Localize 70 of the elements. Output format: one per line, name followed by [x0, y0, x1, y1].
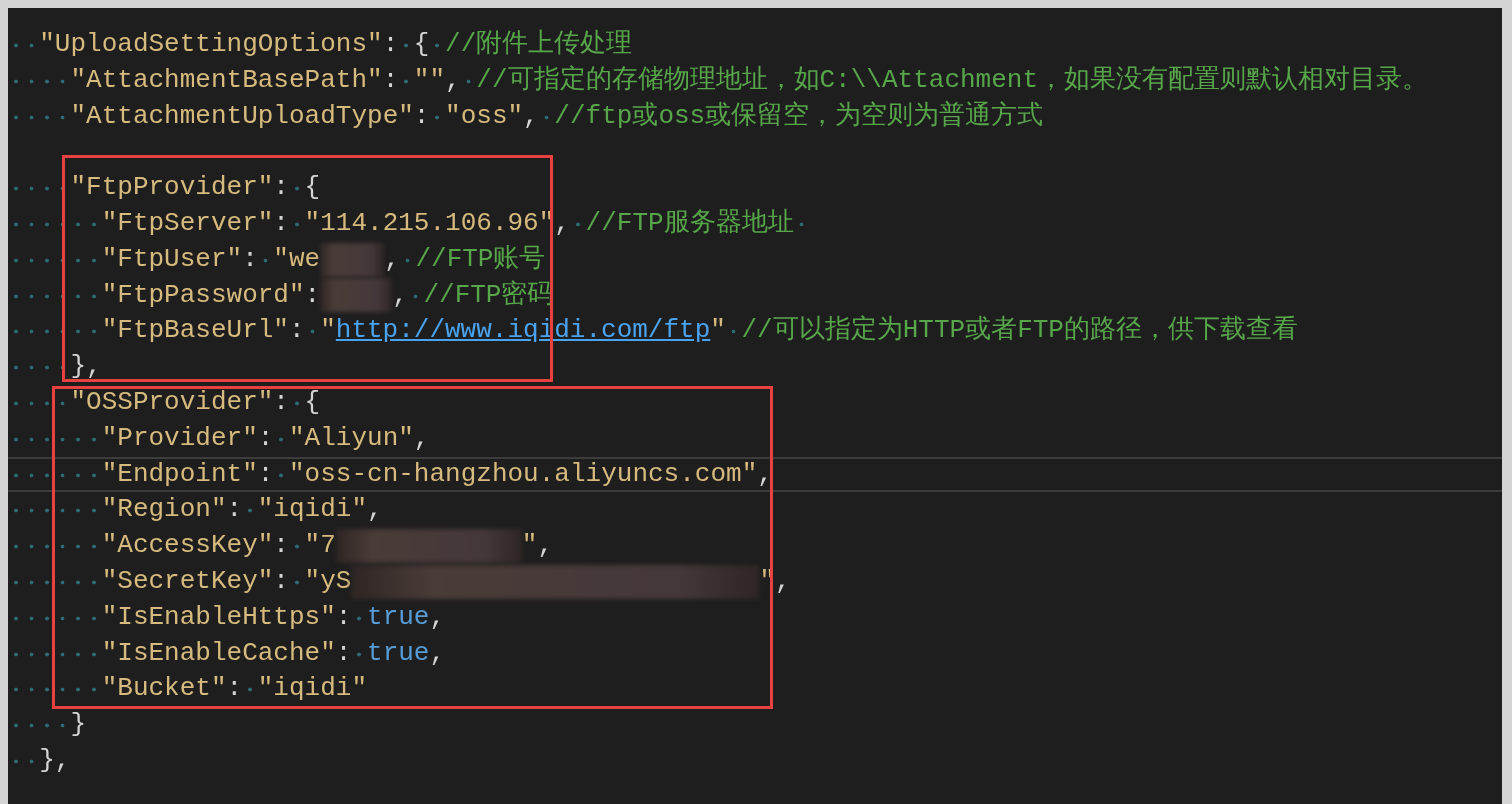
- string-value: "7: [304, 529, 336, 563]
- json-key: "FtpUser": [8, 241, 243, 278]
- string-value: "iqidi": [257, 672, 367, 706]
- json-key: "IsEnableHttps": [8, 599, 336, 636]
- code-comment: //可以指定为HTTP或者FTP的路径，供下载查看: [725, 313, 1298, 350]
- string-value: ": [710, 314, 726, 348]
- json-key: "Endpoint": [8, 456, 258, 493]
- code-comment: //FTP账号: [415, 242, 546, 276]
- redaction-blur: [320, 242, 385, 277]
- string-value: "oss": [445, 99, 524, 133]
- json-key: "UploadSettingOptions": [8, 27, 383, 63]
- punctuation: ,: [537, 529, 553, 563]
- json-key: "FtpBaseUrl": [8, 313, 289, 350]
- punctuation: :: [273, 563, 305, 600]
- punctuation: }: [8, 707, 87, 743]
- punctuation: :: [273, 206, 305, 242]
- punctuation: :: [335, 635, 367, 672]
- punctuation: :: [226, 492, 258, 529]
- boolean-value: true: [367, 636, 430, 670]
- string-value: ": [521, 529, 538, 563]
- string-value: "iqidi": [257, 493, 367, 527]
- punctuation: : {: [273, 385, 321, 419]
- string-value: "": [413, 63, 446, 97]
- string-value: "oss-cn-hangzhou.aliyuncs.com": [288, 457, 758, 491]
- string-value: "Aliyun": [288, 421, 414, 455]
- punctuation: : {: [382, 27, 446, 63]
- json-key: "AttachmentUploadType": [8, 98, 414, 135]
- json-key: "IsEnableCache": [8, 635, 336, 672]
- code-comment: //ftp或oss或保留空，为空则为普通方式: [554, 99, 1044, 133]
- punctuation: ,: [384, 241, 416, 278]
- punctuation: ,: [429, 600, 446, 634]
- punctuation: ,: [445, 62, 477, 99]
- code-comment: //可指定的存储物理地址，如C:\\Attachment，如果没有配置则默认相对目录。: [476, 63, 1429, 97]
- punctuation: ,: [392, 277, 424, 314]
- punctuation: ,: [367, 493, 383, 527]
- string-value: "yS: [304, 564, 352, 598]
- json-key: "Region": [8, 492, 227, 529]
- punctuation: :: [304, 278, 321, 312]
- punctuation: :: [257, 420, 289, 457]
- code-comment: //附件上传处理: [445, 28, 633, 61]
- punctuation: :: [382, 62, 414, 99]
- punctuation: :: [242, 241, 274, 278]
- punctuation: },: [8, 349, 102, 385]
- string-value: "we: [273, 242, 321, 276]
- json-key: "AccessKey": [8, 528, 274, 564]
- boolean-value: true: [367, 600, 430, 634]
- punctuation: ,: [523, 98, 555, 135]
- punctuation: ,: [554, 206, 586, 242]
- punctuation: :: [226, 671, 258, 708]
- json-key: "AttachmentBasePath": [8, 62, 383, 99]
- punctuation: ,: [757, 457, 773, 491]
- punctuation: : {: [273, 171, 321, 205]
- json-key: "OSSProvider": [8, 384, 274, 421]
- punctuation: ,: [429, 636, 446, 670]
- punctuation: :: [288, 313, 321, 350]
- json-key: "SecretKey": [8, 563, 274, 600]
- json-key: "FtpPassword": [8, 277, 305, 314]
- punctuation: :: [335, 599, 367, 636]
- json-key: "Provider": [8, 420, 258, 457]
- json-key: "FtpServer": [8, 206, 274, 242]
- punctuation: },: [8, 742, 71, 779]
- punctuation: ,: [775, 564, 791, 598]
- json-key: "FtpProvider": [8, 170, 274, 206]
- string-value: ": [320, 314, 336, 348]
- punctuation: ,: [413, 421, 430, 455]
- code-comment: //FTP服务器地址: [585, 206, 810, 242]
- punctuation: :: [273, 528, 305, 564]
- punctuation: :: [257, 456, 289, 493]
- punctuation: :: [413, 98, 446, 135]
- json-key: "Bucket": [8, 671, 227, 708]
